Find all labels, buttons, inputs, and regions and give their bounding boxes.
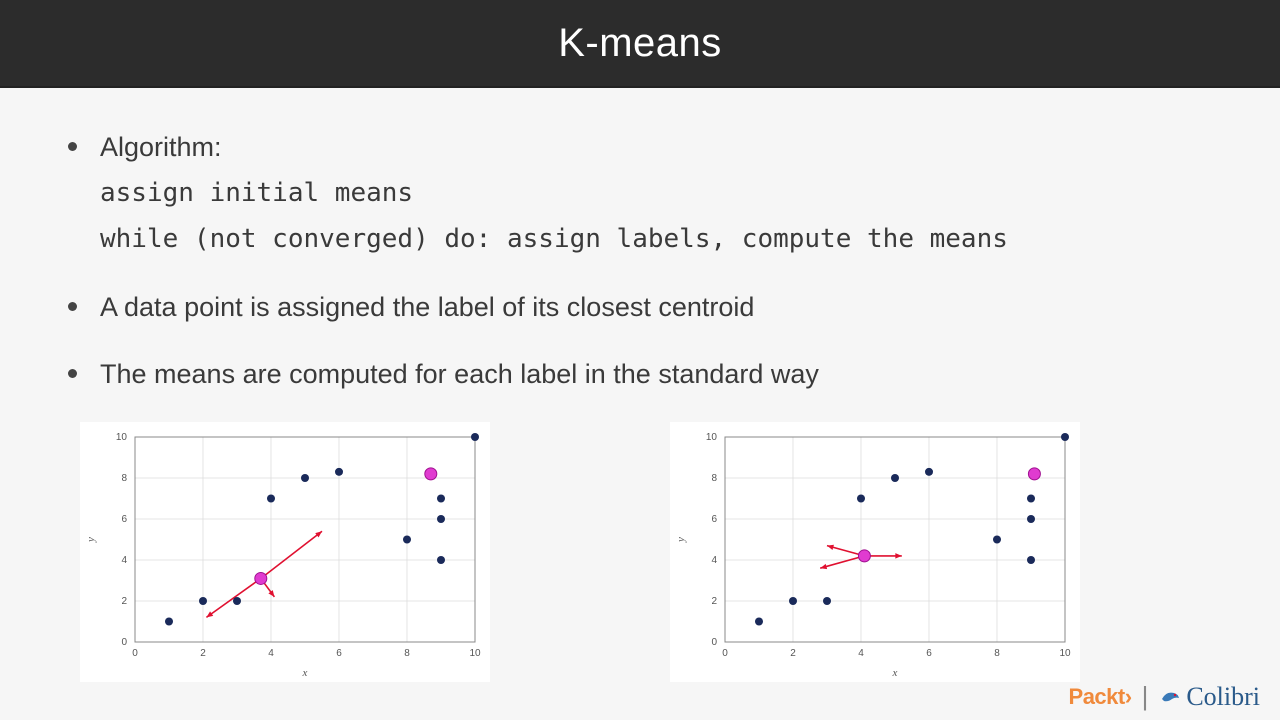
svg-text:y: y <box>675 537 687 543</box>
title-bar: K-means <box>0 0 1280 88</box>
svg-text:4: 4 <box>858 648 864 659</box>
scatter-plot-right: 0 2 4 6 8 10 0 2 4 6 8 10 x y <box>670 422 1080 682</box>
svg-text:10: 10 <box>1059 648 1071 659</box>
svg-text:2: 2 <box>121 596 127 607</box>
svg-text:x: x <box>892 667 898 679</box>
colibri-logo: Colibri <box>1158 682 1260 712</box>
svg-text:8: 8 <box>994 648 1000 659</box>
bullet-means: The means are computed for each label in… <box>60 355 1220 394</box>
hummingbird-icon <box>1158 685 1182 709</box>
svg-text:0: 0 <box>711 637 717 648</box>
packt-logo: Packt› <box>1069 684 1132 710</box>
svg-text:x: x <box>302 667 308 679</box>
svg-text:0: 0 <box>121 637 127 648</box>
svg-text:4: 4 <box>121 555 127 566</box>
slide-title: K-means <box>558 21 722 66</box>
svg-text:2: 2 <box>711 596 717 607</box>
svg-text:4: 4 <box>268 648 274 659</box>
slide-body: Algorithm: assign initial means while (n… <box>0 88 1280 682</box>
svg-text:2: 2 <box>200 648 206 659</box>
svg-text:2: 2 <box>790 648 796 659</box>
bullet-list: Algorithm: assign initial means while (n… <box>60 128 1220 394</box>
charts-row: 0 2 4 6 8 10 0 2 4 6 8 10 x y 0 2 4 6 8 10 0 2 4 6 8 10 x y <box>60 422 1220 682</box>
svg-text:8: 8 <box>404 648 410 659</box>
bullet-text: Algorithm: <box>100 132 222 162</box>
chart-right: 0 2 4 6 8 10 0 2 4 6 8 10 x y <box>670 422 1080 682</box>
svg-text:6: 6 <box>926 648 932 659</box>
svg-text:0: 0 <box>722 648 728 659</box>
svg-text:10: 10 <box>116 432 128 443</box>
svg-text:8: 8 <box>121 473 127 484</box>
bullet-algorithm: Algorithm: assign initial means while (n… <box>60 128 1220 260</box>
svg-text:6: 6 <box>121 514 127 525</box>
footer-brand: Packt› | Colibri <box>1069 681 1260 712</box>
svg-text:10: 10 <box>706 432 718 443</box>
svg-text:10: 10 <box>469 648 481 659</box>
svg-text:6: 6 <box>711 514 717 525</box>
code-line-2: while (not converged) do: assign labels,… <box>100 219 1220 259</box>
svg-text:y: y <box>85 537 97 543</box>
svg-text:8: 8 <box>711 473 717 484</box>
svg-text:4: 4 <box>711 555 717 566</box>
code-line-1: assign initial means <box>100 173 1220 213</box>
scatter-plot-left: 0 2 4 6 8 10 0 2 4 6 8 10 x y <box>80 422 490 682</box>
chart-left: 0 2 4 6 8 10 0 2 4 6 8 10 x y <box>80 422 490 682</box>
brand-divider: | <box>1142 681 1149 712</box>
svg-text:0: 0 <box>132 648 138 659</box>
bullet-assignment: A data point is assigned the label of it… <box>60 288 1220 327</box>
svg-text:6: 6 <box>336 648 342 659</box>
